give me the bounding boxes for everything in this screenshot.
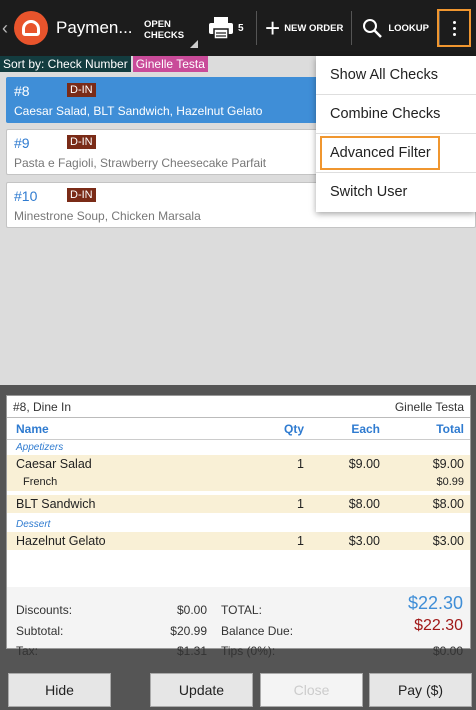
- modifier-total: $0.99: [436, 476, 464, 488]
- app-title: Paymen...: [56, 18, 132, 37]
- close-button[interactable]: Close: [260, 673, 363, 707]
- pay-button[interactable]: Pay ($): [369, 673, 472, 707]
- item-qty: 1: [297, 497, 304, 511]
- new-order-button[interactable]: + NEW ORDER: [257, 0, 351, 56]
- item-name: BLT Sandwich: [16, 497, 96, 511]
- item-total: $9.00: [432, 457, 464, 471]
- spinner-triangle-icon: [190, 40, 198, 48]
- menu-item-show-all-checks[interactable]: Show All Checks: [316, 56, 476, 95]
- tips-value: $0.00: [432, 644, 463, 658]
- total-value: $22.30: [407, 593, 463, 613]
- check-number: #9: [14, 135, 30, 151]
- overflow-dot-icon: [452, 32, 456, 36]
- action-buttons: Hide Update Close Pay ($): [0, 673, 476, 707]
- overflow-dot-icon: [452, 20, 456, 24]
- item-name: Caesar Salad: [16, 457, 92, 471]
- subtotal-label: Subtotal:: [16, 624, 64, 638]
- hide-button[interactable]: Hide: [8, 673, 111, 707]
- server-tag[interactable]: Ginelle Testa: [132, 56, 208, 72]
- item-total: $8.00: [432, 497, 464, 511]
- lookup-button[interactable]: LOOKUP: [352, 0, 439, 56]
- print-button[interactable]: 5: [208, 0, 256, 56]
- column-each: Each: [351, 422, 380, 436]
- printer-icon: [209, 17, 233, 40]
- check-items: Caesar Salad, BLT Sandwich, Hazelnut Gel…: [14, 104, 263, 118]
- action-bar: ‹ Paymen... OPEN CHECKS 5 + NEW ORDER LO…: [0, 0, 476, 56]
- plus-icon: +: [265, 13, 281, 43]
- category-label: Appetizers: [16, 442, 64, 453]
- subtotal-value: $20.99: [170, 624, 207, 638]
- item-total: $3.00: [432, 534, 464, 548]
- overflow-menu: Show All Checks Combine Checks Advanced …: [316, 56, 476, 212]
- sort-bar: Sort by: Check Number Ginelle Testa: [0, 56, 208, 72]
- tax-value: $1.31: [176, 644, 207, 658]
- check-number: #10: [14, 188, 38, 204]
- print-count: 5: [238, 22, 244, 34]
- overflow-menu-button[interactable]: [437, 9, 471, 47]
- menu-item-combine-checks[interactable]: Combine Checks: [316, 95, 476, 134]
- search-icon: [363, 19, 383, 38]
- item-name: Hazelnut Gelato: [16, 534, 106, 548]
- item-qty: 1: [297, 534, 304, 548]
- receipt-row[interactable]: Caesar Salad 1 $9.00 $9.00 French $0.99: [7, 455, 470, 491]
- menu-item-advanced-filter[interactable]: Advanced Filter: [316, 134, 476, 173]
- receipt-column-headers: Name Qty Each Total: [7, 418, 470, 440]
- dine-in-badge: D-IN: [67, 83, 96, 97]
- column-qty: Qty: [283, 422, 304, 436]
- check-detail-panel: #8, Dine In Ginelle Testa Name Qty Each …: [0, 385, 476, 710]
- discounts-value: $0.00: [176, 603, 207, 617]
- balance-value: $22.30: [414, 617, 463, 634]
- item-each: $8.00: [348, 497, 380, 511]
- receipt-row[interactable]: BLT Sandwich 1 $8.00 $8.00: [7, 495, 470, 513]
- tips-label: Tips (0%):: [221, 644, 276, 658]
- dine-in-badge: D-IN: [67, 188, 96, 202]
- balance-label: Balance Due:: [221, 624, 294, 638]
- item-qty: 1: [297, 457, 304, 471]
- check-number: #8: [14, 83, 30, 99]
- open-checks-spinner[interactable]: OPEN CHECKS: [136, 0, 202, 56]
- totals-area: Discounts: $0.00 Subtotal: $20.99 Tax: $…: [6, 587, 471, 658]
- receipt-row[interactable]: Hazelnut Gelato 1 $3.00 $3.00: [7, 532, 470, 550]
- total-label: TOTAL:: [221, 603, 262, 617]
- discounts-label: Discounts:: [16, 603, 73, 617]
- back-chevron-icon[interactable]: ‹: [2, 18, 12, 39]
- item-modifier: French: [23, 476, 58, 488]
- dine-in-badge: D-IN: [67, 135, 96, 149]
- column-total: Total: [436, 422, 464, 436]
- overflow-dot-icon: [452, 26, 456, 30]
- tax-label: Tax:: [16, 644, 39, 658]
- update-button[interactable]: Update: [150, 673, 253, 707]
- check-items: Pasta e Fagioli, Strawberry Cheesecake P…: [14, 156, 267, 170]
- receipt-server: Ginelle Testa: [394, 400, 464, 414]
- app-logo[interactable]: [14, 11, 48, 45]
- check-items: Minestrone Soup, Chicken Marsala: [14, 209, 201, 223]
- sort-label[interactable]: Sort by: Check Number: [0, 56, 131, 72]
- menu-item-switch-user[interactable]: Switch User: [316, 173, 476, 212]
- receipt-header: #8, Dine In Ginelle Testa: [7, 396, 470, 418]
- category-label: Dessert: [16, 519, 51, 530]
- item-each: $9.00: [348, 457, 380, 471]
- receipt-check-label: #8, Dine In: [13, 400, 72, 414]
- column-name: Name: [16, 422, 49, 436]
- highlight-box: [320, 136, 440, 170]
- item-each: $3.00: [348, 534, 380, 548]
